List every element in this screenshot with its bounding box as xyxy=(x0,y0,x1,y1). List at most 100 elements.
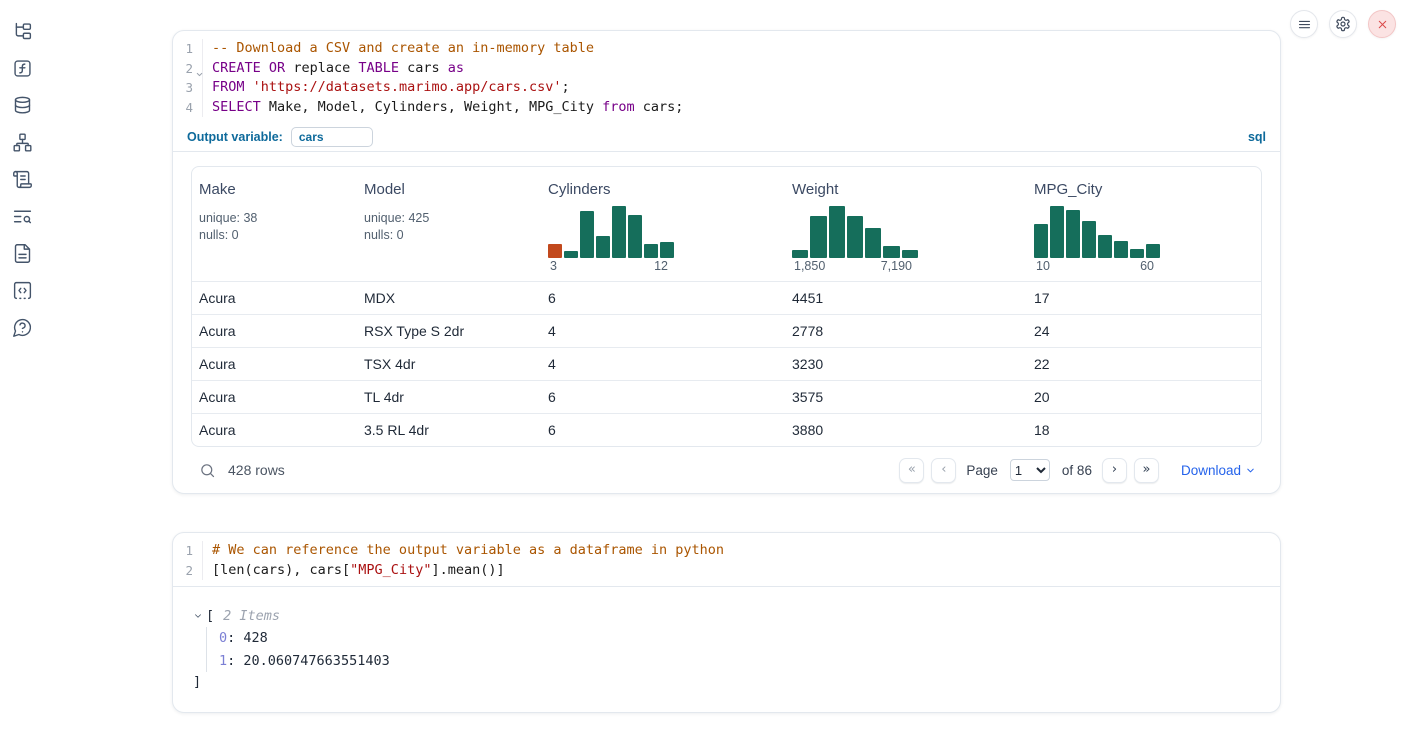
snippets-icon[interactable] xyxy=(11,279,33,301)
next-page-button[interactable]: › xyxy=(1102,458,1127,483)
code-token: ; xyxy=(562,79,570,95)
functions-icon[interactable] xyxy=(11,57,33,79)
code-line: 2[len(cars), cars["MPG_City"].mean()] xyxy=(173,561,1280,581)
page-select[interactable]: 1 xyxy=(1010,459,1050,481)
output-variable-row: Output variable: sql xyxy=(173,123,1280,152)
table-cell: 4 xyxy=(541,348,785,380)
histogram-bar[interactable] xyxy=(628,215,642,258)
code-token: SELECT xyxy=(212,99,261,115)
null-count: nulls: 0 xyxy=(199,227,357,244)
code-token: OR xyxy=(269,60,285,76)
histogram-bar[interactable] xyxy=(548,244,562,258)
dependency-graph-icon[interactable] xyxy=(11,131,33,153)
table-cell: 4451 xyxy=(785,282,1027,314)
sql-code-editor[interactable]: 1-- Download a CSV and create an in-memo… xyxy=(173,31,1280,123)
histogram-bar[interactable] xyxy=(644,244,658,258)
table-cell: 6 xyxy=(541,381,785,413)
table-cell: 3575 xyxy=(785,381,1027,413)
download-button[interactable]: Download xyxy=(1181,463,1256,478)
histogram-min-label: 10 xyxy=(1036,259,1050,273)
histogram-bar[interactable] xyxy=(1034,224,1048,258)
column-header-make[interactable]: Make unique: 38nulls: 0 xyxy=(192,181,357,273)
topbar-controls xyxy=(1290,10,1396,38)
histogram-bar[interactable] xyxy=(1082,221,1096,258)
table-cell: Acura xyxy=(192,381,357,413)
column-name: Make xyxy=(199,181,357,198)
histogram-bar[interactable] xyxy=(596,236,610,258)
table-row[interactable]: AcuraRSX Type S 2dr4277824 xyxy=(192,314,1261,347)
table-cell: 22 xyxy=(1027,348,1261,380)
column-header-mpg_city[interactable]: MPG_City1060 xyxy=(1027,181,1261,273)
code-token: from xyxy=(602,99,635,115)
histogram-bar[interactable] xyxy=(865,228,881,258)
code-text: # We can reference the output variable a… xyxy=(203,541,724,561)
output-tree: [ 2 Items 0: 4281: 20.060747663551403 ] xyxy=(173,587,1280,712)
settings-button[interactable] xyxy=(1329,10,1357,38)
histogram-bar[interactable] xyxy=(1146,244,1160,258)
table-cell: 6 xyxy=(541,414,785,446)
menu-button[interactable] xyxy=(1290,10,1318,38)
table-row[interactable]: AcuraMDX6445117 xyxy=(192,281,1261,314)
histogram-bar[interactable] xyxy=(564,251,578,258)
code-token: Make, Model, Cylinders, Weight, MPG_City xyxy=(261,99,602,115)
histogram-bar[interactable] xyxy=(810,216,826,258)
shutdown-button[interactable] xyxy=(1368,10,1396,38)
unique-count: unique: 38 xyxy=(199,210,357,227)
histogram-bar[interactable] xyxy=(883,246,899,258)
histogram-bar[interactable] xyxy=(660,242,674,258)
column-header-weight[interactable]: Weight1,8507,190 xyxy=(785,181,1027,273)
table-cell: 3880 xyxy=(785,414,1027,446)
table-body: AcuraMDX6445117AcuraRSX Type S 2dr427782… xyxy=(192,281,1261,446)
histogram-axis-labels: 1060 xyxy=(1034,258,1160,273)
table-row[interactable]: AcuraTSX 4dr4323022 xyxy=(192,347,1261,380)
column-stats: unique: 38nulls: 0 xyxy=(199,210,357,244)
histogram-bar[interactable] xyxy=(1130,249,1144,258)
histogram-min-label: 1,850 xyxy=(794,259,825,273)
histogram-bar[interactable] xyxy=(612,206,626,258)
histogram-bar[interactable] xyxy=(902,250,918,258)
code-text: [len(cars), cars["MPG_City"].mean()] xyxy=(203,561,505,581)
histogram-bar[interactable] xyxy=(847,216,863,258)
table-cell: TL 4dr xyxy=(357,381,541,413)
column-header-cylinders[interactable]: Cylinders312 xyxy=(541,181,785,273)
histogram-bar[interactable] xyxy=(792,250,808,258)
entry-value: 428 xyxy=(243,630,267,646)
code-text: CREATE OR replace TABLE cars as xyxy=(203,59,464,79)
menu-icon xyxy=(1297,17,1312,32)
gear-icon xyxy=(1335,16,1351,32)
last-page-button[interactable]: » xyxy=(1134,458,1159,483)
entry-value: 20.060747663551403 xyxy=(243,653,389,669)
code-token: 'https://datasets.marimo.app/cars.csv' xyxy=(253,79,562,95)
histogram-bar[interactable] xyxy=(1114,241,1128,258)
table-cell: Acura xyxy=(192,348,357,380)
histogram-max-label: 12 xyxy=(654,259,668,273)
first-page-button[interactable]: « xyxy=(899,458,924,483)
table-row[interactable]: AcuraTL 4dr6357520 xyxy=(192,380,1261,413)
python-code-editor[interactable]: 1# We can reference the output variable … xyxy=(173,533,1280,587)
output-variable-input[interactable] xyxy=(291,127,373,147)
histogram-bar[interactable] xyxy=(829,206,845,258)
datasources-icon[interactable] xyxy=(11,94,33,116)
logs-icon[interactable] xyxy=(11,205,33,227)
histogram-bars xyxy=(548,206,674,258)
file-tree-icon[interactable] xyxy=(11,20,33,42)
collapse-chevron-icon[interactable] xyxy=(193,611,203,621)
entry-index: 0 xyxy=(219,630,227,646)
tree-root: [ 2 Items xyxy=(193,605,1260,627)
search-icon[interactable] xyxy=(199,462,216,479)
column-header-model[interactable]: Modelunique: 425nulls: 0 xyxy=(357,181,541,273)
table-row[interactable]: Acura3.5 RL 4dr6388018 xyxy=(192,413,1261,446)
tree-entries: 0: 4281: 20.060747663551403 xyxy=(206,627,1260,672)
code-token: "MPG_City" xyxy=(350,562,431,578)
histogram-bar[interactable] xyxy=(1050,206,1064,258)
language-badge[interactable]: sql xyxy=(1248,130,1266,144)
help-icon[interactable] xyxy=(11,316,33,338)
prev-page-button[interactable]: ‹ xyxy=(931,458,956,483)
table-cell: Acura xyxy=(192,315,357,347)
histogram-bar[interactable] xyxy=(1098,235,1112,258)
documentation-icon[interactable] xyxy=(11,242,33,264)
histogram-bar[interactable] xyxy=(580,211,594,258)
histogram-bar[interactable] xyxy=(1066,210,1080,258)
code-line: 1-- Download a CSV and create an in-memo… xyxy=(173,39,1280,59)
scratchpad-icon[interactable] xyxy=(11,168,33,190)
